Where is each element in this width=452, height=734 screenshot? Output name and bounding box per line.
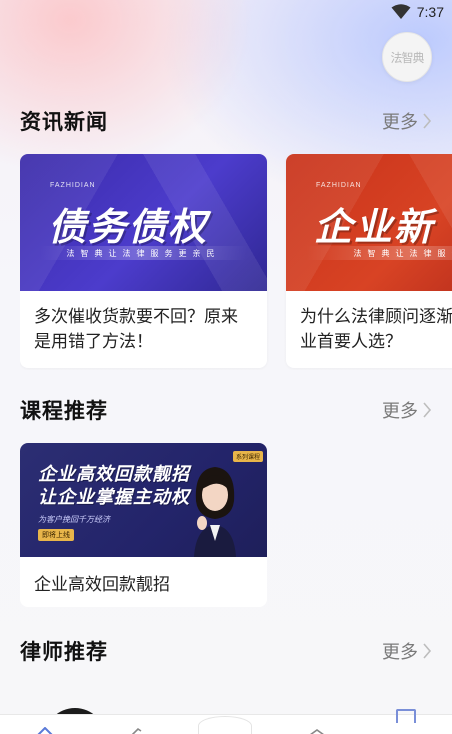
wifi-icon [391, 4, 411, 19]
course-card-title: 企业高效回款靓招 [34, 574, 170, 595]
image-brand: FAZHIDIAN [50, 182, 96, 189]
status-bar: 7:37 [0, 0, 452, 26]
courses-section: 课程推荐 更多 系列课程 企业高效回款靓招 让企业掌握主动权 为客户挽回千万经济… [0, 395, 452, 615]
news-card[interactable]: FAZHIDIAN 企业新 法智典让法律服务 为什么法律顾问逐渐成为企业首要人选… [286, 154, 452, 368]
courses-title: 课程推荐 [20, 399, 108, 423]
lawyers-more-label: 更多 [382, 642, 418, 663]
news-card-image: FAZHIDIAN 企业新 法智典让法律服务 [286, 154, 452, 291]
image-brand: FAZHIDIAN [316, 182, 362, 189]
courses-more-label: 更多 [382, 401, 418, 422]
image-tagline-bar: 法智典让法律服务 [306, 246, 452, 260]
image-headline: 债务债权 [48, 205, 209, 249]
course-card-image: 系列课程 企业高效回款靓招 让企业掌握主动权 为客户挽回千万经济 即将上线 [20, 443, 267, 557]
news-more-link[interactable]: 更多 [382, 108, 432, 134]
news-section: 资讯新闻 更多 FAZHIDIAN 债务债权 法智典让法律服务更亲民 多次催收货… [0, 106, 452, 376]
chevron-right-icon [423, 113, 432, 129]
status-icons: 7:37 [391, 4, 444, 20]
logo-text: 法智典 [390, 50, 424, 65]
status-time: 7:37 [416, 4, 444, 20]
app-logo[interactable]: 法智典 [382, 32, 432, 82]
pen-icon[interactable] [128, 727, 146, 734]
news-title: 资讯新闻 [20, 110, 108, 134]
courses-more-link[interactable]: 更多 [382, 397, 432, 423]
news-card[interactable]: FAZHIDIAN 债务债权 法智典让法律服务更亲民 多次催收货款要不回？原来是… [20, 154, 267, 368]
news-header: 资讯新闻 更多 [0, 106, 452, 136]
image-tagline-bar: 法智典让法律服务更亲民 [40, 246, 247, 260]
course-card[interactable]: 系列课程 企业高效回款靓招 让企业掌握主动权 为客户挽回千万经济 即将上线 企业… [20, 443, 267, 607]
course-image-headline: 企业高效回款靓招 让企业掌握主动权 [38, 463, 190, 509]
chevron-right-icon [423, 402, 432, 418]
news-cards-row: FAZHIDIAN 债务债权 法智典让法律服务更亲民 多次催收货款要不回？原来是… [20, 154, 452, 370]
book-icon[interactable] [308, 727, 326, 734]
document-icon[interactable] [396, 709, 416, 723]
image-headline: 企业新 [314, 205, 435, 249]
lawyers-section: 律师推荐 更多 [0, 636, 452, 676]
home-icon[interactable] [36, 727, 54, 734]
course-headline-line1: 企业高效回款靓招 [38, 464, 190, 485]
lawyer-portrait-icon [194, 467, 236, 557]
image-tagline: 法智典让法律服务 [353, 248, 452, 258]
courses-header: 课程推荐 更多 [0, 395, 452, 425]
lawyers-more-link[interactable]: 更多 [382, 638, 432, 664]
course-image-tag: 即将上线 [38, 529, 74, 541]
news-card-title: 为什么法律顾问逐渐成为企业首要人选？ [300, 307, 452, 352]
course-image-sub: 为客户挽回千万经济 [38, 515, 110, 524]
chevron-right-icon [423, 643, 432, 659]
lawyers-header: 律师推荐 更多 [0, 636, 452, 666]
news-more-label: 更多 [382, 112, 418, 133]
news-card-title: 多次催收货款要不回？原来是用错了方法！ [34, 307, 238, 352]
news-card-image: FAZHIDIAN 债务债权 法智典让法律服务更亲民 [20, 154, 267, 291]
center-action-button[interactable] [198, 716, 252, 734]
bottom-nav [0, 709, 452, 734]
lawyers-title: 律师推荐 [20, 640, 108, 664]
course-headline-line2: 让企业掌握主动权 [38, 487, 190, 508]
image-tagline: 法智典让法律服务更亲民 [66, 248, 221, 258]
